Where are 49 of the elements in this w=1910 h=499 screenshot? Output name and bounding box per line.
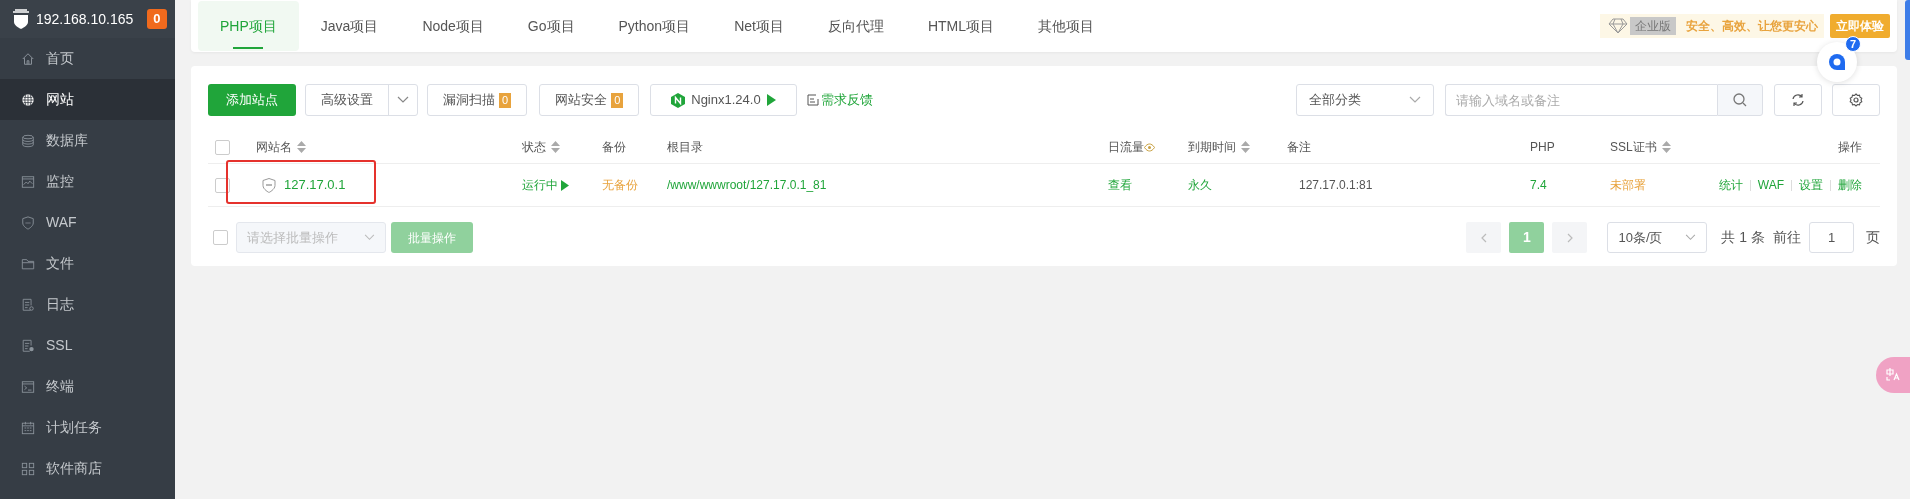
project-tab[interactable]: Net项目 [712, 1, 806, 51]
page-size-select[interactable]: 10条/页 [1607, 222, 1708, 253]
sidebar-item[interactable]: 首页 [0, 38, 175, 79]
count-badge: 0 [611, 92, 624, 108]
project-tab[interactable]: 其他项目 [1016, 1, 1117, 51]
sidebar-item[interactable]: 数据库 [0, 120, 175, 161]
total-count: 共 1 条 [1721, 228, 1765, 247]
search-field[interactable]: 请输入域名或备注 [1445, 84, 1717, 116]
column-header[interactable]: 网站名 [256, 138, 292, 156]
column-header: 备份 [602, 139, 626, 156]
project-tab[interactable]: Node项目 [400, 1, 506, 51]
page-unit-label: 页 [1866, 228, 1880, 247]
site-security-button[interactable]: 网站安全 0 [539, 84, 640, 116]
column-header: 备注 [1287, 139, 1311, 156]
count-badge: 0 [499, 92, 512, 108]
sidebar-item[interactable]: 监控 [0, 161, 175, 202]
column-header[interactable]: 到期时间 [1188, 138, 1236, 156]
advanced-settings-dropdown[interactable]: 高级设置 [305, 84, 418, 116]
category-dropdown[interactable]: 全部分类 [1296, 84, 1434, 116]
project-tab[interactable]: Go项目 [505, 1, 597, 51]
sidebar-item[interactable]: SSL [0, 325, 175, 366]
sidebar-item[interactable]: 终端 [0, 366, 175, 407]
project-tab[interactable]: 反向代理 [805, 1, 906, 51]
column-header[interactable]: 状态 [522, 138, 546, 156]
column-header[interactable]: SSL证书 [1610, 138, 1657, 156]
sidebar-item[interactable]: 计划任务 [0, 407, 175, 448]
sidebar-item[interactable]: WAF [0, 202, 175, 243]
column-header: PHP [1530, 139, 1555, 156]
promo-text: 安全、高效、让您更安心 [1686, 18, 1818, 35]
page-number-field[interactable]: 1 [1809, 222, 1854, 253]
action-link[interactable]: 设置 [1799, 176, 1823, 194]
server-address: 192.168.10.165 [36, 9, 134, 29]
column-header: 日流量 [1108, 139, 1144, 156]
edition-label: 企业版 [1630, 17, 1676, 35]
sidebar-item[interactable]: 文件 [0, 243, 175, 284]
sidebar-item[interactable]: 软件商店 [0, 448, 175, 489]
action-link[interactable]: 删除 [1838, 176, 1862, 194]
project-tab[interactable]: Python项目 [596, 1, 713, 51]
project-tab[interactable]: Java项目 [298, 1, 401, 51]
vulnerability-scan-button[interactable]: 漏洞扫描 0 [427, 84, 528, 116]
advanced-settings-label[interactable]: 高级设置 [306, 85, 389, 115]
column-header: 根目录 [667, 139, 703, 156]
sidebar-item[interactable]: 网站 [0, 79, 175, 120]
project-tab[interactable]: HTML项目 [905, 1, 1017, 51]
note-text[interactable]: 127.17.0.1:81 [1299, 178, 1373, 192]
sidebar-item[interactable]: 日志 [0, 284, 175, 325]
nginx-button[interactable]: Nginx1.24.0 [650, 84, 797, 116]
column-header: 操作 [1838, 139, 1862, 156]
goto-label: 前往 [1773, 228, 1801, 247]
